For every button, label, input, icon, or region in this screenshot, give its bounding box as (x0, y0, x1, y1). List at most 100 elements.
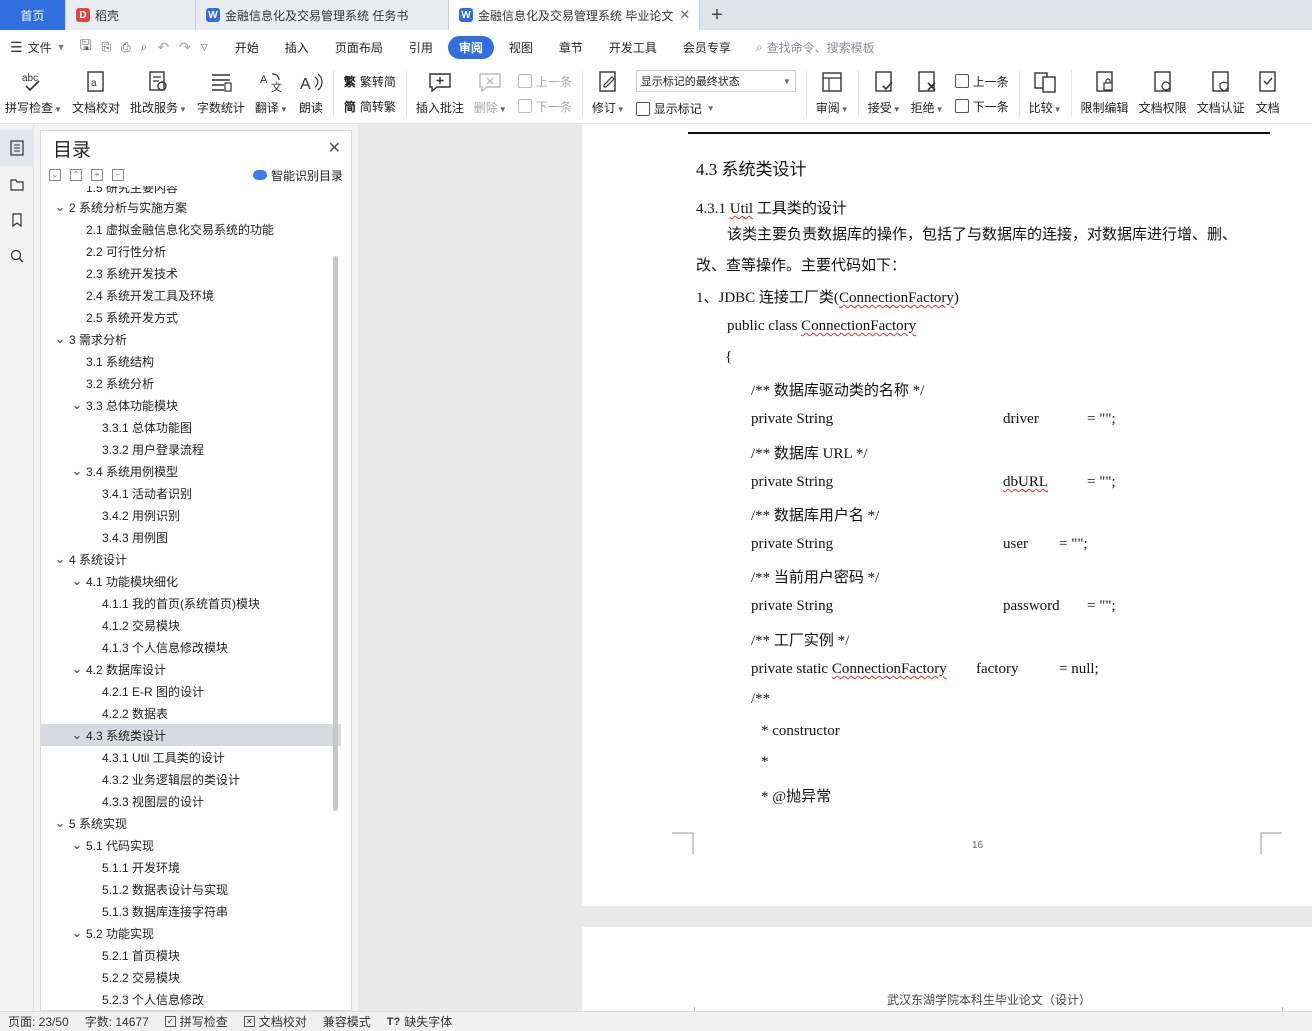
toc-item[interactable]: 4.1.1 我的首页(系统首页)模块 (41, 592, 341, 614)
chevron-down-icon[interactable]: ⌄ (71, 926, 83, 939)
menu-tab-layout[interactable]: 页面布局 (324, 36, 394, 59)
toc-item[interactable]: 2.1 虚拟金融信息化交易系统的功能 (41, 218, 341, 240)
doc-proof-toggle[interactable]: ✕ 文档校对 (236, 1013, 315, 1030)
collapse-all-icon[interactable]: ⌄ (49, 169, 61, 181)
file-menu[interactable]: ☰ 文件 ▼ (0, 39, 74, 56)
toc-item[interactable]: 4.3.3 视图层的设计 (41, 790, 341, 812)
toc-panel-button[interactable] (0, 130, 34, 166)
markup-state-select[interactable]: 显示标记的最终状态 ▼ (635, 70, 796, 92)
read-aloud-button[interactable]: A 朗读 (293, 64, 329, 123)
missing-font-indicator[interactable]: T? 缺失字体 (379, 1013, 460, 1030)
add-heading-icon[interactable]: + (91, 169, 103, 181)
tab-thesis-doc[interactable]: W 金融信息化及交易管理系统 毕业论文 ✕ (449, 0, 700, 30)
chevron-down-icon[interactable]: ⌄ (71, 574, 83, 587)
menu-tab-review[interactable]: 审阅 (447, 35, 494, 59)
toc-item[interactable]: 4.1.3 个人信息修改模块 (41, 636, 341, 658)
toc-item[interactable]: ⌄ 5.1 代码实现 (41, 834, 341, 856)
insert-comment-button[interactable]: 插入批注 (411, 64, 469, 123)
smart-toc-button[interactable]: 智能识别目录 (252, 167, 343, 184)
trad-to-simp-button[interactable]: 繁繁转简 (344, 73, 396, 90)
tab-daoke[interactable]: D 稻壳 (66, 0, 196, 30)
toc-item[interactable]: 2.2 可行性分析 (41, 240, 341, 262)
page-indicator[interactable]: 页面: 23/50 (0, 1013, 77, 1030)
menu-tab-insert[interactable]: 插入 (274, 36, 320, 59)
menu-tab-developer[interactable]: 开发工具 (598, 36, 668, 59)
restrict-edit-button[interactable]: 限制编辑 (1076, 64, 1134, 123)
chevron-down-icon[interactable]: ⌄ (54, 200, 66, 213)
toc-item[interactable]: 5.1.3 数据库连接字符串 (41, 900, 341, 922)
translate-button[interactable]: A文 翻译▼ (250, 64, 293, 123)
toc-item[interactable]: 4.3.2 业务逻辑层的类设计 (41, 768, 341, 790)
toc-item[interactable]: 4.3.1 Util 工具类的设计 (41, 746, 341, 768)
toc-item[interactable]: 5.2.2 交易模块 (41, 966, 341, 988)
toc-item[interactable]: ⌄ 4.1 功能模块细化 (41, 570, 341, 592)
toc-item[interactable]: ⌄ 4 系统设计 (41, 548, 341, 570)
toc-item[interactable]: 2.3 系统开发技术 (41, 262, 341, 284)
remove-heading-icon[interactable]: − (112, 169, 124, 181)
document-page[interactable]: 武汉东湖学院本科生毕业论文（设计） (582, 927, 1312, 1011)
toc-item[interactable]: 3.4.1 活动者识别 (41, 482, 341, 504)
delete-comment-button[interactable]: 删除▼ (469, 64, 512, 123)
doc-certify-button[interactable]: 文档认证 (1192, 64, 1250, 123)
print-icon[interactable]: ⎙ (121, 40, 131, 55)
word-count-button[interactable]: 字数统计 (192, 64, 250, 123)
toc-item[interactable]: 3.1 系统结构 (41, 350, 341, 372)
customize-icon[interactable]: ▽ (201, 42, 208, 53)
doc-permission-button[interactable]: 文档权限 (1134, 64, 1192, 123)
toc-item[interactable]: 3.2 系统分析 (41, 372, 341, 394)
show-markup-button[interactable]: 显示标记 ▼ (635, 100, 796, 117)
menu-tab-start[interactable]: 开始 (224, 36, 270, 59)
simp-to-trad-button[interactable]: 简简转繁 (344, 98, 396, 115)
prev-change-button[interactable]: 上一条 (954, 73, 1009, 90)
next-change-button[interactable]: 下一条 (954, 98, 1009, 115)
toc-item[interactable]: 5.2.3 个人信息修改 (41, 988, 341, 1007)
spell-check-toggle[interactable]: ✓ 拼写检查 (157, 1013, 236, 1030)
menu-tab-member[interactable]: 会员专享 (672, 36, 742, 59)
chevron-down-icon[interactable]: ⌄ (54, 816, 66, 829)
new-tab-button[interactable]: + (700, 0, 734, 30)
review-pane-button[interactable]: 审阅▼ (811, 64, 854, 123)
toc-scrollbar[interactable] (333, 256, 338, 811)
document-page[interactable]: 4.3 系统类设计 4.3.1 Util 工具类的设计 该类主要负责数据库的操作… (582, 124, 1312, 906)
chevron-down-icon[interactable]: ⌄ (71, 838, 83, 851)
output-icon[interactable]: ⎘ (101, 40, 111, 55)
chevron-down-icon[interactable]: ⌄ (54, 332, 66, 345)
save-icon[interactable]: 🖫 (80, 35, 92, 59)
toc-item[interactable]: 4.1.2 交易模块 (41, 614, 341, 636)
toc-item[interactable]: ⌄ 2 系统分析与实施方案 (41, 196, 341, 218)
menu-tab-references[interactable]: 引用 (398, 36, 444, 59)
compare-button[interactable]: 比较▼ (1024, 64, 1067, 123)
toc-item[interactable]: ⌄ 5.2 功能实现 (41, 922, 341, 944)
toc-item[interactable]: 5.1.1 开发环境 (41, 856, 341, 878)
bookmark-button[interactable] (0, 202, 34, 238)
tab-home[interactable]: 首页 (0, 0, 66, 30)
close-icon[interactable]: ✕ (328, 138, 341, 158)
menu-tab-view[interactable]: 视图 (498, 36, 544, 59)
toc-item[interactable]: ⌄ 4.2 数据库设计 (41, 658, 341, 680)
expand-all-icon[interactable]: ⌃ (70, 169, 82, 181)
toc-item[interactable]: ⌄ 3.3 总体功能模块 (41, 394, 341, 416)
toc-item[interactable]: 3.3.1 总体功能图 (41, 416, 341, 438)
toc-item[interactable]: ⌄ 5 系统实现 (41, 812, 341, 834)
chevron-down-icon[interactable]: ⌄ (71, 464, 83, 477)
chevron-down-icon[interactable]: ⌄ (54, 552, 66, 565)
toc-item[interactable]: 2.5 系统开发方式 (41, 306, 341, 328)
toc-item[interactable]: 1.5 研究主要内容 (41, 186, 341, 196)
reject-button[interactable]: 拒绝▼ (906, 64, 949, 123)
menu-tab-section[interactable]: 章节 (548, 36, 594, 59)
undo-icon[interactable]: ↶ (157, 39, 169, 56)
toc-item[interactable]: 5.1.2 数据表设计与实现 (41, 878, 341, 900)
toc-item[interactable]: ⌄ 3.4 系统用例模型 (41, 460, 341, 482)
accept-button[interactable]: 接受▼ (863, 64, 906, 123)
toc-item[interactable]: 5.2.1 首页模块 (41, 944, 341, 966)
close-tab-icon[interactable]: ✕ (679, 7, 690, 23)
doc-proof-button[interactable]: a 文档校对 (67, 64, 125, 123)
prev-comment-button[interactable]: 上一条 (517, 73, 572, 90)
toc-item[interactable]: ⌄ 3 需求分析 (41, 328, 341, 350)
batch-service-button[interactable]: 批改服务▼ (125, 64, 192, 123)
toc-item[interactable]: 4.2.1 E-R 图的设计 (41, 680, 341, 702)
chevron-down-icon[interactable]: ⌄ (71, 728, 83, 741)
print-preview-icon[interactable]: ⌕ (141, 40, 148, 55)
toc-item[interactable]: 3.4.2 用例识别 (41, 504, 341, 526)
find-button[interactable] (0, 238, 34, 274)
